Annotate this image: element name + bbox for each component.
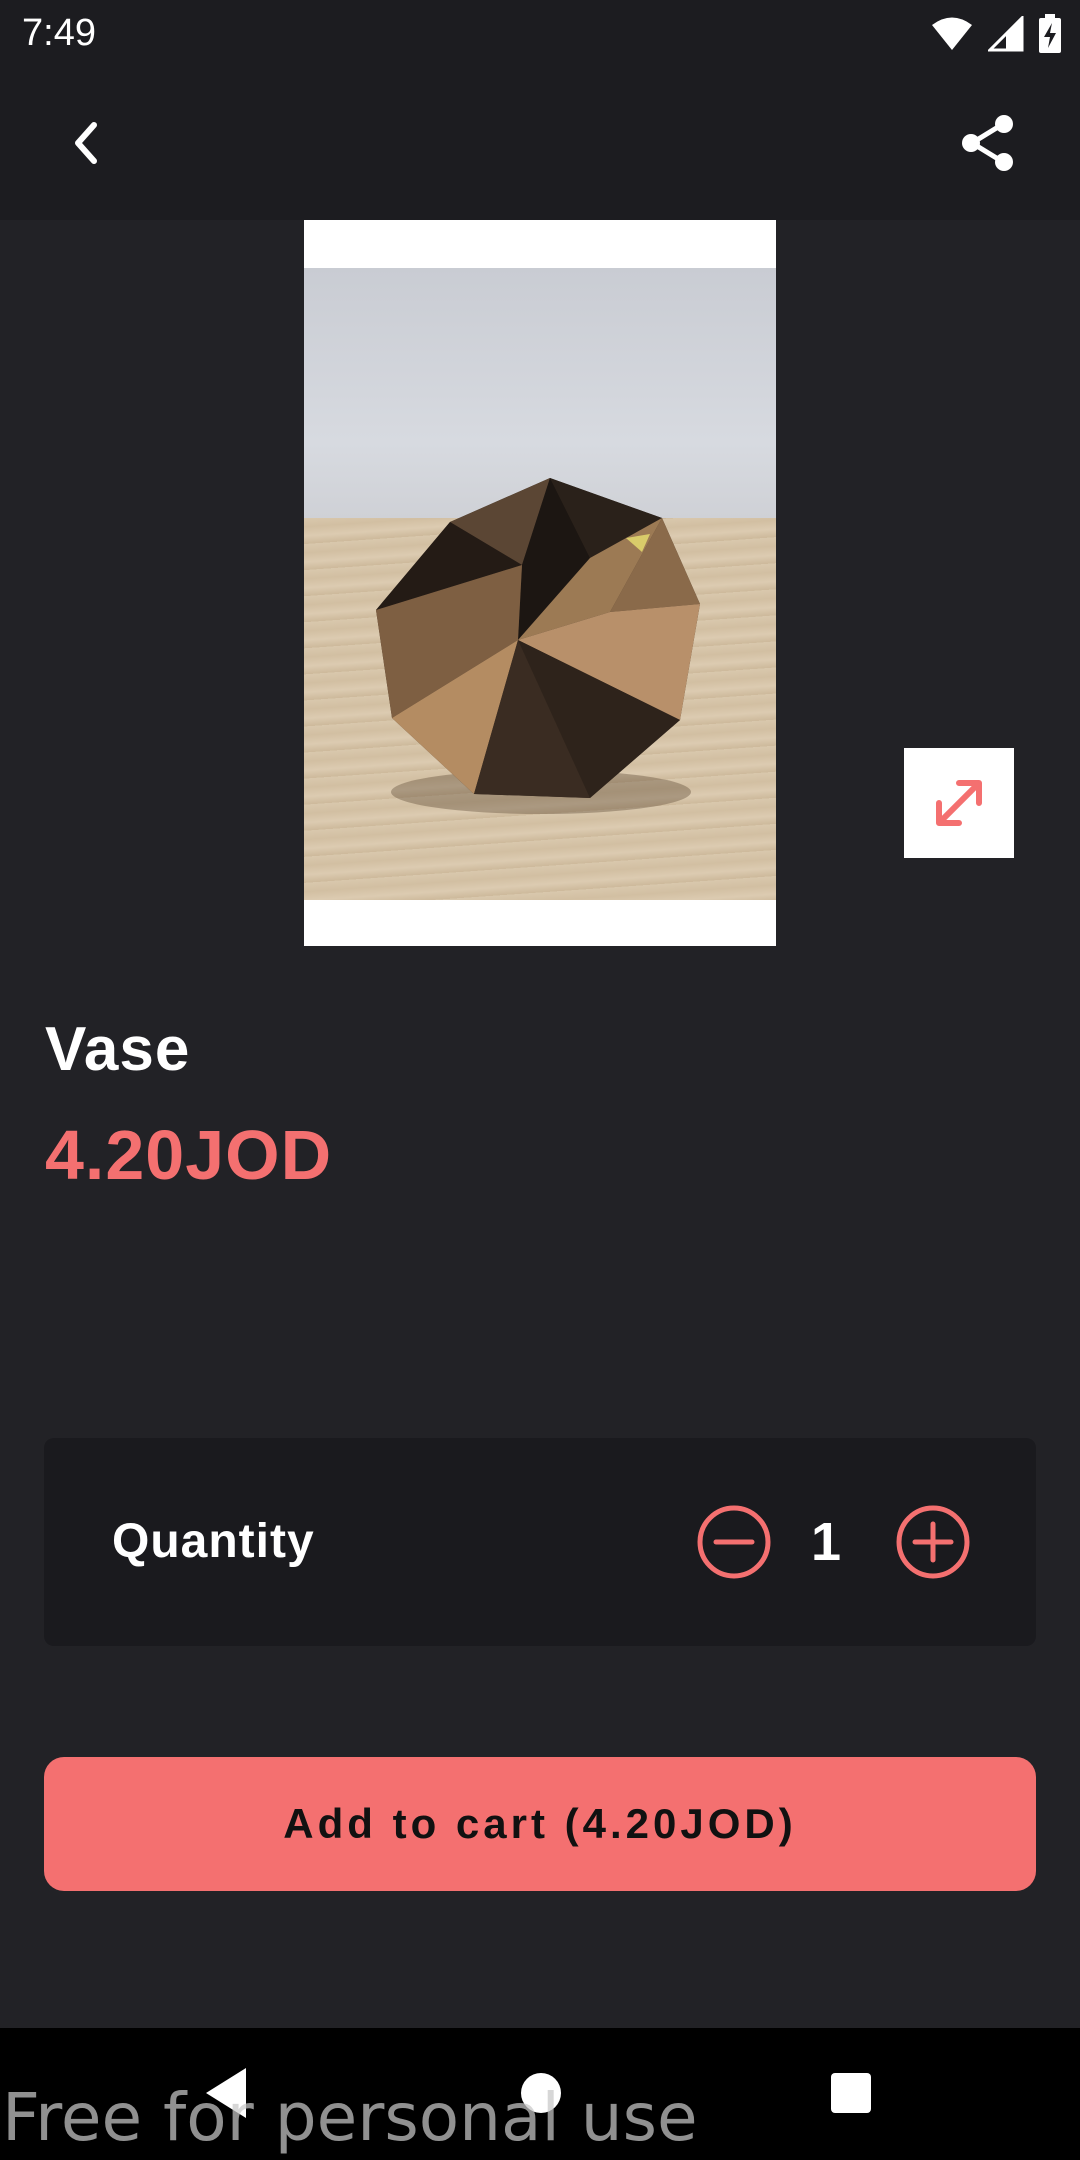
- back-button[interactable]: [36, 93, 136, 193]
- share-button[interactable]: [938, 93, 1038, 193]
- wifi-icon: [932, 17, 972, 50]
- signal-icon: [988, 16, 1024, 52]
- status-icons: [930, 14, 1062, 54]
- share-icon: [962, 115, 1013, 171]
- product-price: 4.20JOD: [45, 1116, 333, 1194]
- quantity-card: Quantity 1: [44, 1438, 1036, 1646]
- status-bar: 7:49: [0, 0, 1080, 66]
- product-name: Vase: [45, 1015, 191, 1084]
- chevron-left-icon: [75, 122, 97, 164]
- watermark-text: Free for personal use: [2, 2079, 698, 2156]
- status-time: 7:49: [22, 12, 96, 54]
- nav-recents-button[interactable]: [806, 2048, 896, 2138]
- quantity-value: 1: [810, 1512, 842, 1572]
- increment-quantity-button[interactable]: [895, 1504, 971, 1580]
- expand-diagonal-icon: [936, 780, 982, 826]
- expand-image-button[interactable]: [904, 748, 1014, 858]
- decrement-quantity-button[interactable]: [696, 1504, 772, 1580]
- battery-charging-icon: [1039, 14, 1061, 53]
- vase-illustration: [376, 478, 700, 814]
- product-image[interactable]: [304, 220, 776, 946]
- minus-circle-icon: [697, 1505, 771, 1579]
- add-to-cart-button[interactable]: Add to cart (4.20JOD): [44, 1757, 1036, 1891]
- app-bar: [0, 66, 1080, 220]
- nav-recents-icon: [831, 2073, 871, 2113]
- plus-circle-icon: [896, 1505, 970, 1579]
- quantity-label: Quantity: [112, 1515, 315, 1568]
